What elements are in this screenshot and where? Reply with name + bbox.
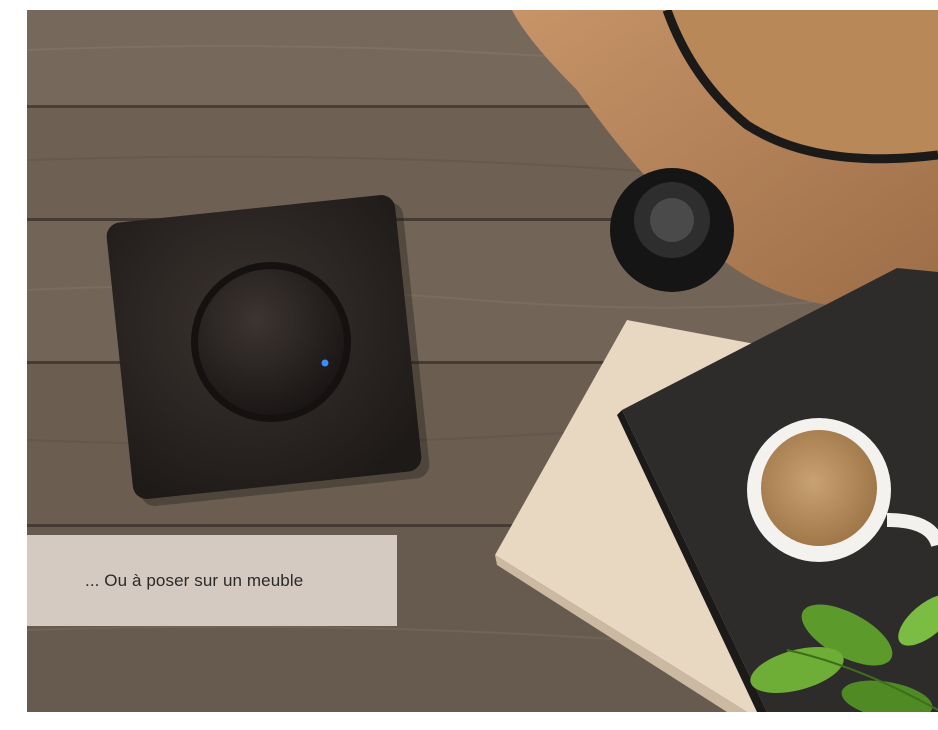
caption-text: ... Ou à poser sur un meuble bbox=[85, 570, 304, 590]
caption-overlay: ... Ou à poser sur un meuble bbox=[27, 535, 397, 626]
glass-bottle bbox=[610, 168, 734, 292]
switch-knob bbox=[198, 269, 344, 415]
led-indicator bbox=[321, 359, 329, 367]
wall-switch bbox=[106, 194, 430, 507]
